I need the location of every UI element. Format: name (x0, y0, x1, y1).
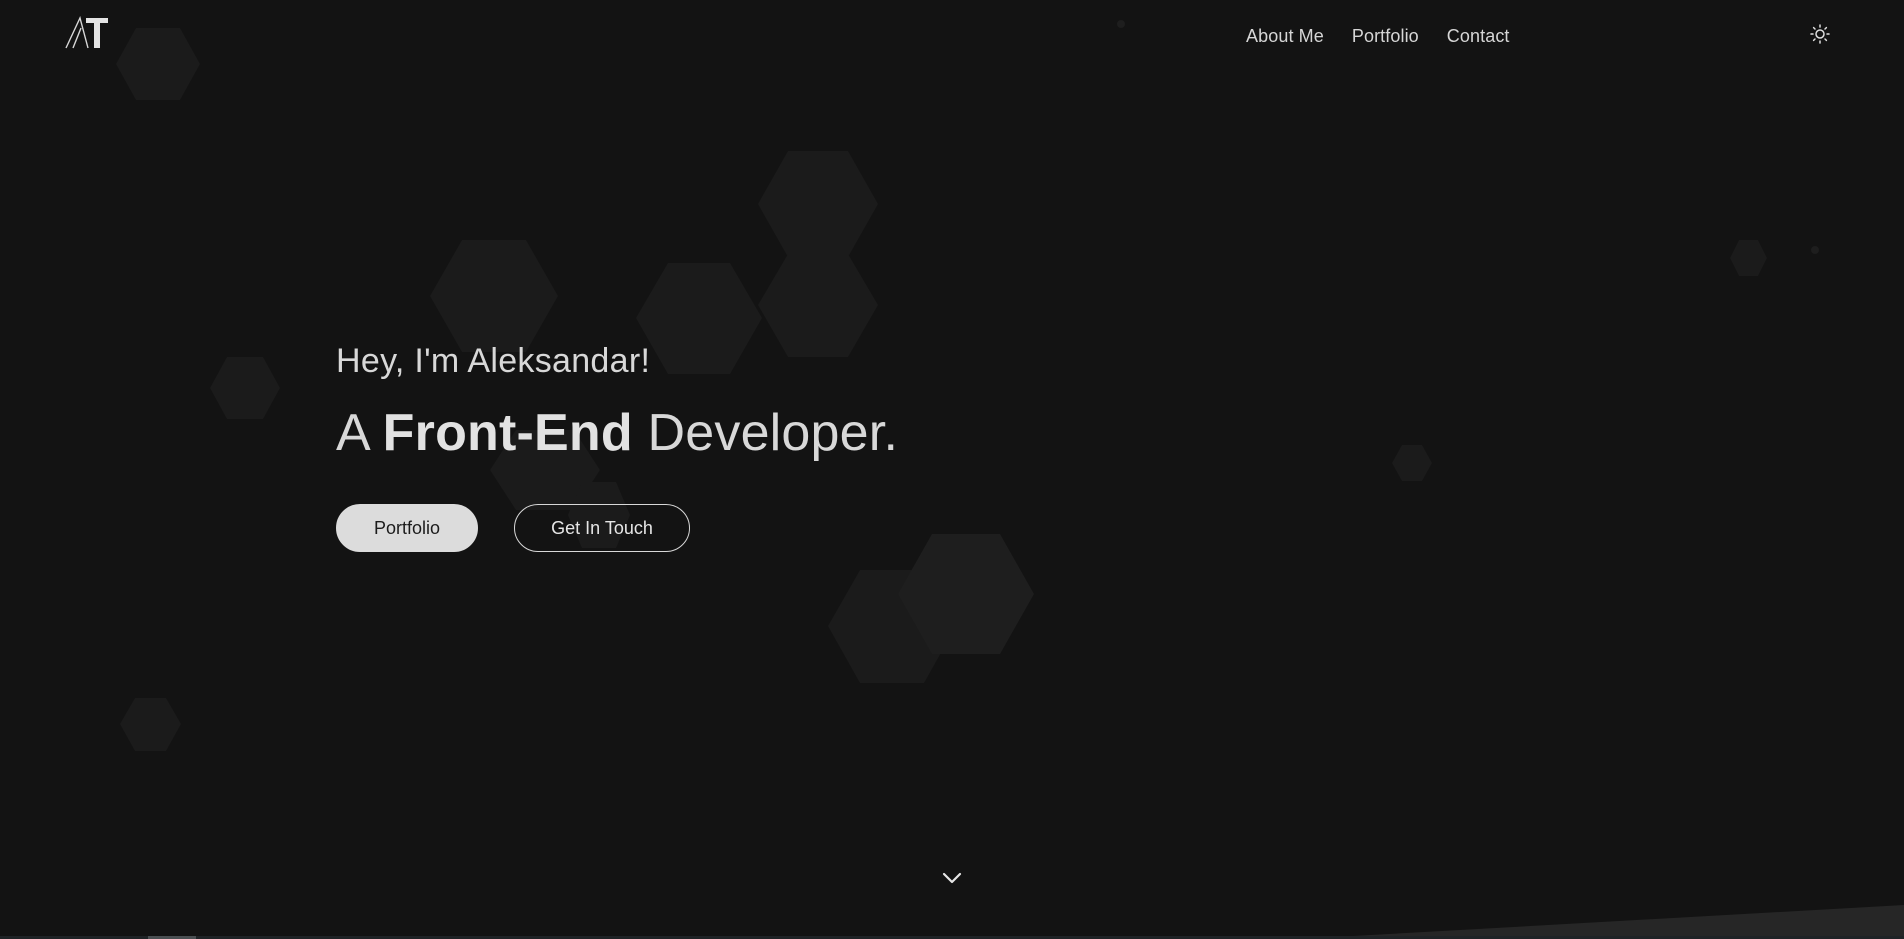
portfolio-button[interactable]: Portfolio (336, 504, 478, 552)
hero-section: Hey, I'm Aleksandar! A Front-End Develop… (336, 336, 898, 552)
page: About Me Portfolio Contact Hey, I'm Alek… (0, 0, 1904, 939)
hero-greeting: Hey, I'm Aleksandar! (336, 342, 651, 380)
at-monogram-logo (65, 15, 108, 49)
headline-emphasis: Front-End (382, 404, 633, 462)
get-in-touch-button[interactable]: Get In Touch (514, 504, 690, 552)
sun-icon (1810, 24, 1830, 44)
scroll-down-button[interactable] (940, 866, 964, 890)
theme-toggle-button[interactable] (1808, 22, 1832, 46)
headline-suffix: Developer. (632, 404, 899, 462)
main-nav: About Me Portfolio Contact (1246, 24, 1510, 48)
hero-headline: A Front-End Developer. (336, 402, 898, 464)
nav-link-contact[interactable]: Contact (1447, 26, 1510, 47)
nav-link-portfolio[interactable]: Portfolio (1352, 26, 1419, 47)
site-logo[interactable] (64, 15, 110, 50)
chevron-down-icon (942, 872, 962, 884)
nav-link-about-me[interactable]: About Me (1246, 26, 1324, 47)
headline-prefix: A (336, 404, 383, 462)
section-divider (0, 905, 1904, 939)
hero-actions: Portfolio Get In Touch (336, 504, 898, 552)
